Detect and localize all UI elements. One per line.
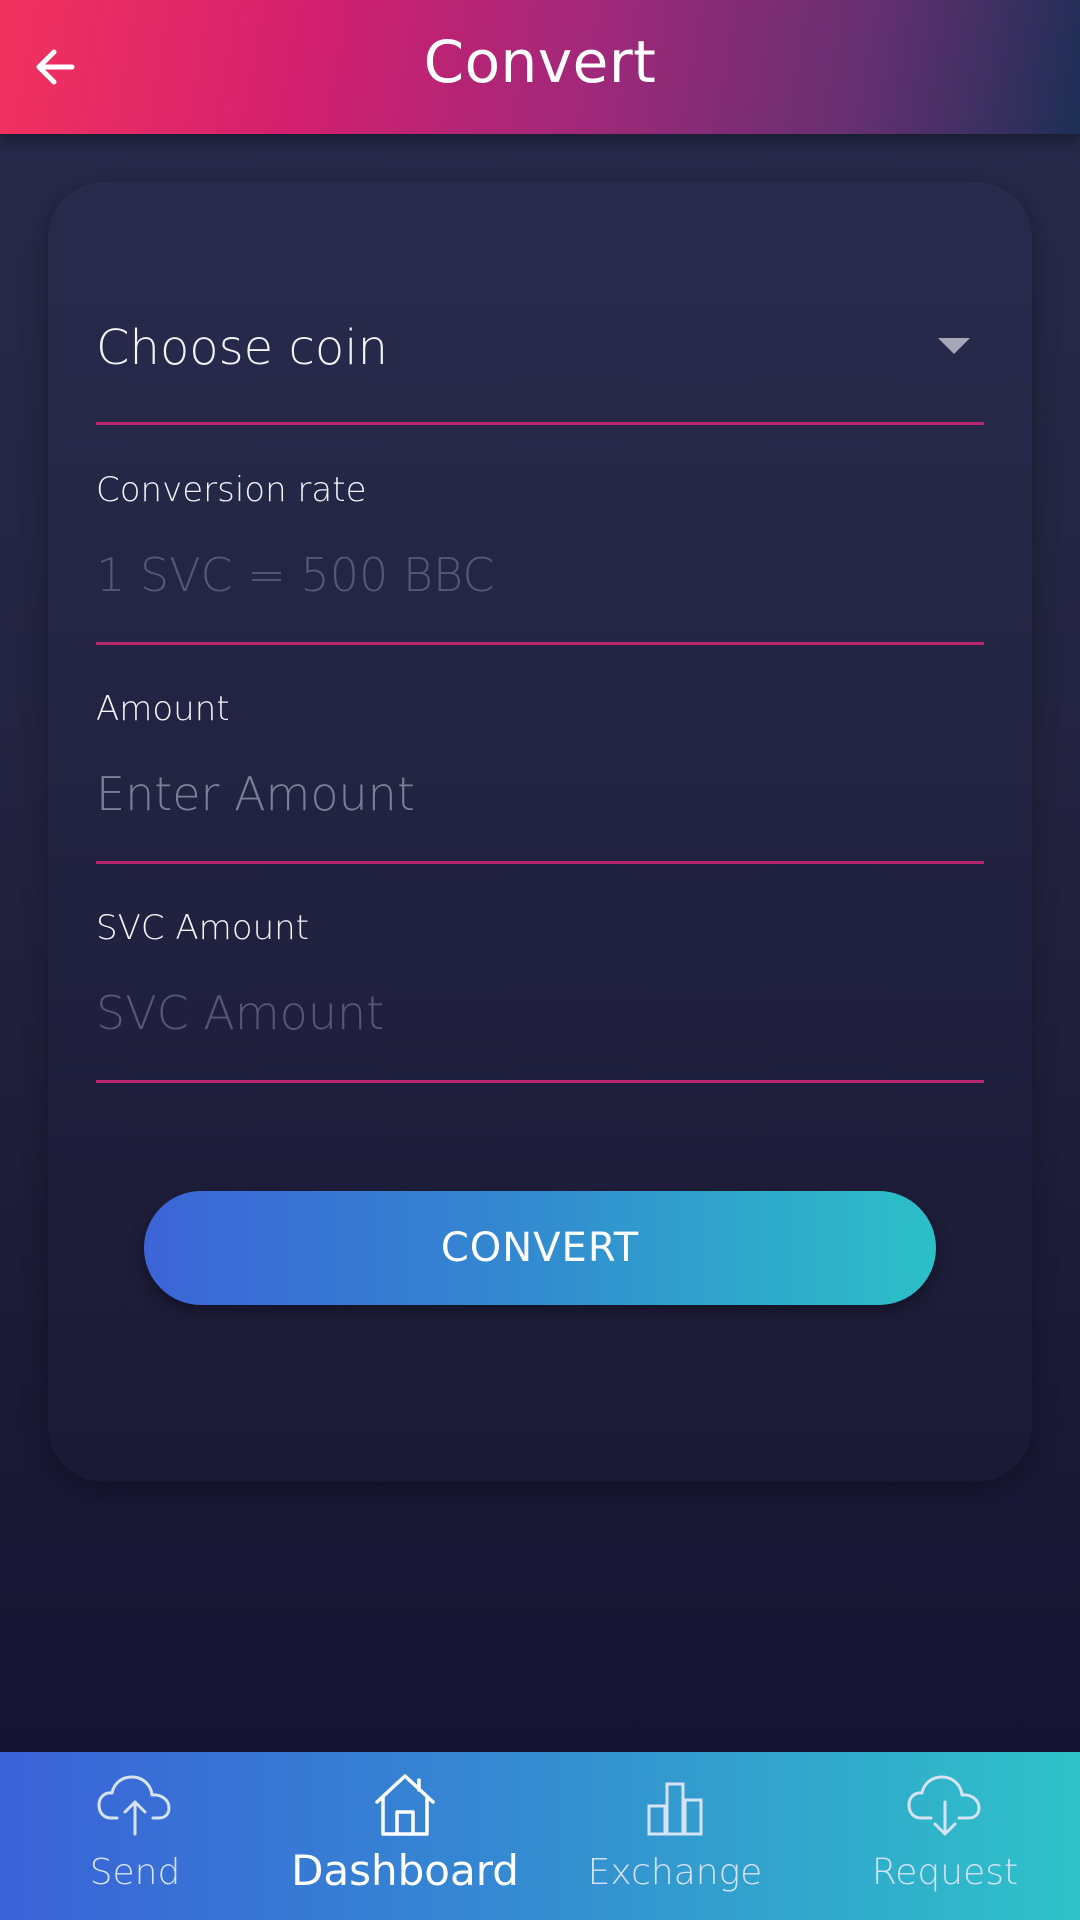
- nav-item-dashboard[interactable]: Dashboard: [270, 1752, 540, 1920]
- nav-item-request[interactable]: Request: [810, 1752, 1080, 1920]
- dropdown-caret-icon: [938, 338, 970, 354]
- app-bar: Convert: [0, 0, 1080, 134]
- nav-label-request: Request: [871, 1852, 1019, 1893]
- svc-amount-field: SVC Amount: [96, 908, 984, 1084]
- choose-coin-value: Choose coin: [96, 320, 388, 376]
- nav-item-exchange[interactable]: Exchange: [540, 1752, 810, 1920]
- amount-underline: [96, 861, 984, 864]
- convert-button[interactable]: CONVERT: [144, 1191, 936, 1305]
- amount-label: Amount: [96, 689, 230, 729]
- nav-item-send[interactable]: Send: [0, 1752, 270, 1920]
- amount-input[interactable]: [96, 759, 984, 829]
- conversion-rate-label: Conversion rate: [96, 470, 367, 510]
- nav-label-dashboard: Dashboard: [291, 1846, 519, 1895]
- nav-label-exchange: Exchange: [587, 1852, 763, 1893]
- page-title: Convert: [423, 28, 657, 96]
- cloud-upload-icon: [97, 1775, 171, 1836]
- svc-amount-label: SVC Amount: [96, 908, 309, 948]
- home-icon: [375, 1774, 435, 1836]
- choose-coin-underline: [96, 422, 984, 425]
- svc-amount-underline: [96, 1080, 984, 1083]
- bottom-navigation: Send Dashboard Exchange Request: [0, 1752, 1080, 1920]
- svc-amount-input[interactable]: [96, 978, 984, 1048]
- choose-coin-dropdown[interactable]: Choose coin: [96, 300, 984, 426]
- conversion-rate-underline: [96, 642, 984, 645]
- nav-label-send: Send: [89, 1852, 181, 1893]
- bar-chart-icon: [647, 1782, 703, 1836]
- cloud-download-icon: [907, 1775, 981, 1836]
- conversion-rate-field: Conversion rate: [96, 470, 984, 646]
- amount-field: Amount: [96, 689, 984, 865]
- conversion-rate-input[interactable]: [96, 540, 984, 610]
